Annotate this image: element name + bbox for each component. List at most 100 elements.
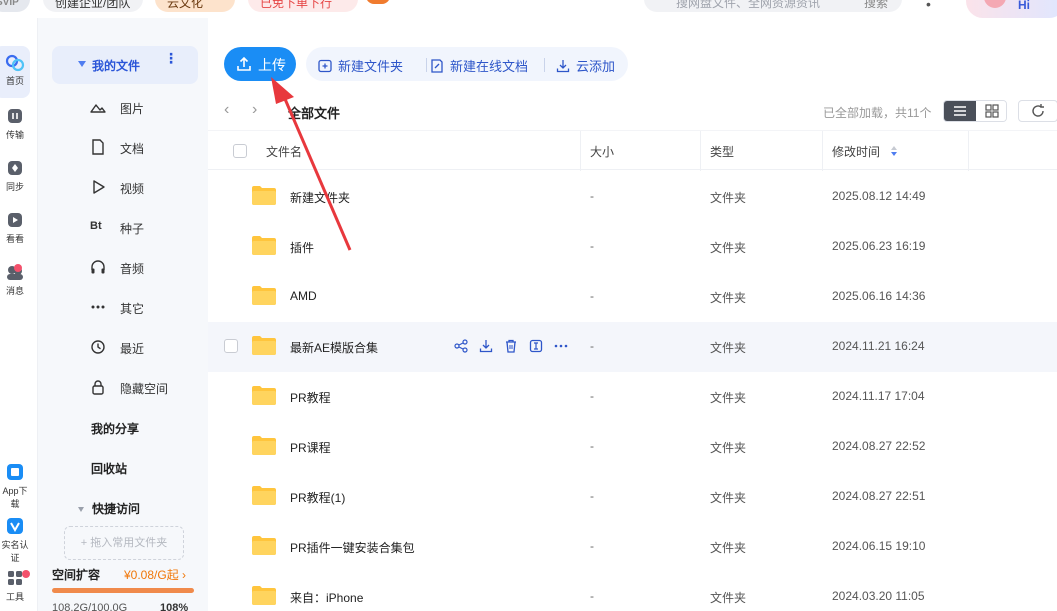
grid-view-button[interactable] bbox=[976, 101, 1006, 121]
forward-arrow-icon[interactable]: › bbox=[252, 102, 268, 118]
file-name[interactable]: AMD bbox=[290, 289, 317, 303]
download-icon bbox=[556, 60, 570, 73]
rail-item-home[interactable]: 首页 bbox=[0, 54, 30, 87]
folder-icon bbox=[252, 486, 276, 505]
rail-item-watch[interactable]: 看看 bbox=[0, 212, 30, 245]
cloud-culture-button[interactable]: 云文化 bbox=[155, 0, 235, 12]
back-arrow-icon[interactable]: ‹ bbox=[224, 102, 240, 118]
column-header-size[interactable]: 大小 bbox=[590, 143, 614, 160]
rail-item-transfer[interactable]: 传输 bbox=[0, 108, 30, 141]
verify-icon bbox=[7, 518, 23, 534]
table-row[interactable]: 新建文件夹 - 文件夹 2025.08.12 14:49 bbox=[208, 172, 1057, 222]
sidebar-item-label: 其它 bbox=[120, 302, 145, 316]
sidebar-item-label: 种子 bbox=[120, 222, 145, 236]
rail-label: 实名认证 bbox=[1, 540, 29, 563]
table-row[interactable]: PR教程(1) - 文件夹 2024.08.27 22:51 bbox=[208, 472, 1057, 522]
select-all-checkbox[interactable] bbox=[233, 144, 247, 158]
download-icon[interactable] bbox=[479, 339, 493, 353]
file-name[interactable]: PR教程(1) bbox=[290, 489, 345, 506]
svip-badge[interactable]: SVIP bbox=[0, 0, 30, 12]
sort-icon[interactable] bbox=[890, 145, 898, 157]
sidebar-item-my-share[interactable]: 我的分享 bbox=[91, 420, 139, 437]
file-type: 文件夹 bbox=[710, 241, 747, 255]
table-row[interactable]: PR课程 - 文件夹 2024.08.27 22:52 bbox=[208, 422, 1057, 472]
rail-item-app-download[interactable]: App下载 bbox=[0, 464, 30, 510]
file-name[interactable]: PR教程 bbox=[290, 389, 331, 406]
rail-label: App下载 bbox=[2, 486, 28, 509]
trash-icon[interactable] bbox=[504, 339, 518, 353]
table-row[interactable]: PR教程 - 文件夹 2024.11.17 17:04 bbox=[208, 372, 1057, 422]
sidebar-item-label: 文档 bbox=[120, 142, 145, 156]
new-folder-button[interactable]: 新建文件夹 bbox=[318, 56, 403, 75]
column-divider[interactable] bbox=[700, 131, 701, 171]
sidebar-item-my-files[interactable]: 我的文件 ⋮ bbox=[52, 46, 198, 84]
sidebar-item-label: 视频 bbox=[120, 182, 145, 196]
file-type: 文件夹 bbox=[710, 441, 747, 455]
notification-dot bbox=[22, 570, 30, 578]
more-actions-icon[interactable] bbox=[554, 339, 568, 353]
column-divider[interactable] bbox=[968, 131, 969, 171]
column-header-name[interactable]: 文件名 bbox=[266, 143, 302, 160]
file-modified: 2024.06.15 19:10 bbox=[832, 539, 926, 553]
avatar bbox=[984, 0, 1006, 8]
new-online-doc-button[interactable]: 新建在线文档 bbox=[430, 56, 528, 75]
file-name[interactable]: 插件 bbox=[290, 239, 314, 256]
column-header-type[interactable]: 类型 bbox=[710, 143, 734, 160]
column-header-modified[interactable]: 修改时间 bbox=[832, 143, 880, 160]
left-rail: 首页 传输 同步 看看 消息 App下载 实名认证 工具 bbox=[0, 18, 38, 611]
watch-icon bbox=[8, 213, 22, 227]
column-divider[interactable] bbox=[580, 131, 581, 171]
file-name[interactable]: PR课程 bbox=[290, 439, 331, 456]
greeting-text: Hi bbox=[1018, 0, 1030, 12]
quick-access-header[interactable]: 快捷访问 bbox=[78, 500, 140, 517]
file-size: - bbox=[590, 389, 594, 403]
file-name[interactable]: 新建文件夹 bbox=[290, 189, 350, 206]
rename-icon[interactable] bbox=[529, 339, 543, 353]
space-price: ¥0.08/G起 › bbox=[124, 568, 187, 582]
table-header: 文件名 大小 类型 修改时间 bbox=[208, 130, 1057, 171]
upload-button[interactable]: 上传 bbox=[224, 47, 296, 81]
space-expand-label: 空间扩容 bbox=[52, 568, 101, 582]
kebab-menu-icon[interactable]: ⋮ bbox=[164, 51, 178, 65]
file-size: - bbox=[590, 489, 594, 503]
collapse-caret-icon[interactable] bbox=[78, 61, 86, 67]
drop-folder-zone[interactable]: + 拖入常用文件夹 bbox=[64, 526, 184, 560]
gift-icon[interactable] bbox=[366, 0, 390, 4]
new-folder-label: 新建文件夹 bbox=[338, 59, 404, 74]
sidebar-item-recycle-bin[interactable]: 回收站 bbox=[91, 460, 127, 477]
row-checkbox[interactable] bbox=[224, 339, 238, 353]
file-name[interactable]: PR插件一键安装合集包 bbox=[290, 539, 415, 556]
search-button[interactable]: 搜索 bbox=[864, 0, 888, 18]
rail-item-verify[interactable]: 实名认证 bbox=[0, 518, 30, 564]
sidebar-item-label: 隐藏空间 bbox=[120, 382, 169, 396]
table-row[interactable]: 来自：iPhone - 文件夹 2024.03.20 11:05 bbox=[208, 572, 1057, 611]
table-row[interactable]: 插件 - 文件夹 2025.06.23 16:19 bbox=[208, 222, 1057, 272]
folder-icon bbox=[252, 586, 276, 605]
file-name[interactable]: 最新AE模版合集 bbox=[290, 339, 378, 356]
refresh-button[interactable] bbox=[1018, 100, 1057, 122]
more-menu-icon[interactable]: • bbox=[926, 0, 931, 11]
promo-button[interactable]: 已免下单下行 bbox=[248, 0, 358, 12]
search-input[interactable]: 搜网盘文件、全网资源资讯 搜索 bbox=[644, 0, 902, 12]
refresh-icon bbox=[1032, 104, 1044, 117]
quick-access-label: 快捷访问 bbox=[92, 502, 141, 516]
torrent-icon: Bt bbox=[90, 220, 102, 232]
toolbar-divider bbox=[544, 58, 545, 72]
share-icon[interactable] bbox=[454, 339, 468, 353]
create-team-button[interactable]: 创建企业/团队 bbox=[43, 0, 143, 12]
audio-icon bbox=[91, 260, 105, 274]
transfer-icon bbox=[8, 109, 22, 123]
cloud-add-button[interactable]: 云添加 bbox=[556, 56, 615, 75]
file-size: - bbox=[590, 239, 594, 253]
rail-item-sync[interactable]: 同步 bbox=[0, 160, 30, 193]
breadcrumb[interactable]: 全部文件 bbox=[288, 103, 340, 122]
file-name[interactable]: 来自：iPhone bbox=[290, 589, 363, 606]
table-row[interactable]: 最新AE模版合集 - 文件夹 2024.11.21 16:24 bbox=[208, 322, 1057, 372]
table-row[interactable]: PR插件一键安装合集包 - 文件夹 2024.06.15 19:10 bbox=[208, 522, 1057, 572]
list-view-button[interactable] bbox=[944, 101, 976, 121]
table-row[interactable]: AMD - 文件夹 2025.06.16 14:36 bbox=[208, 272, 1057, 322]
file-modified: 2024.11.21 16:24 bbox=[832, 339, 925, 353]
column-divider[interactable] bbox=[822, 131, 823, 171]
folder-icon bbox=[252, 236, 276, 255]
user-avatar-pill[interactable]: Hi bbox=[966, 0, 1057, 18]
